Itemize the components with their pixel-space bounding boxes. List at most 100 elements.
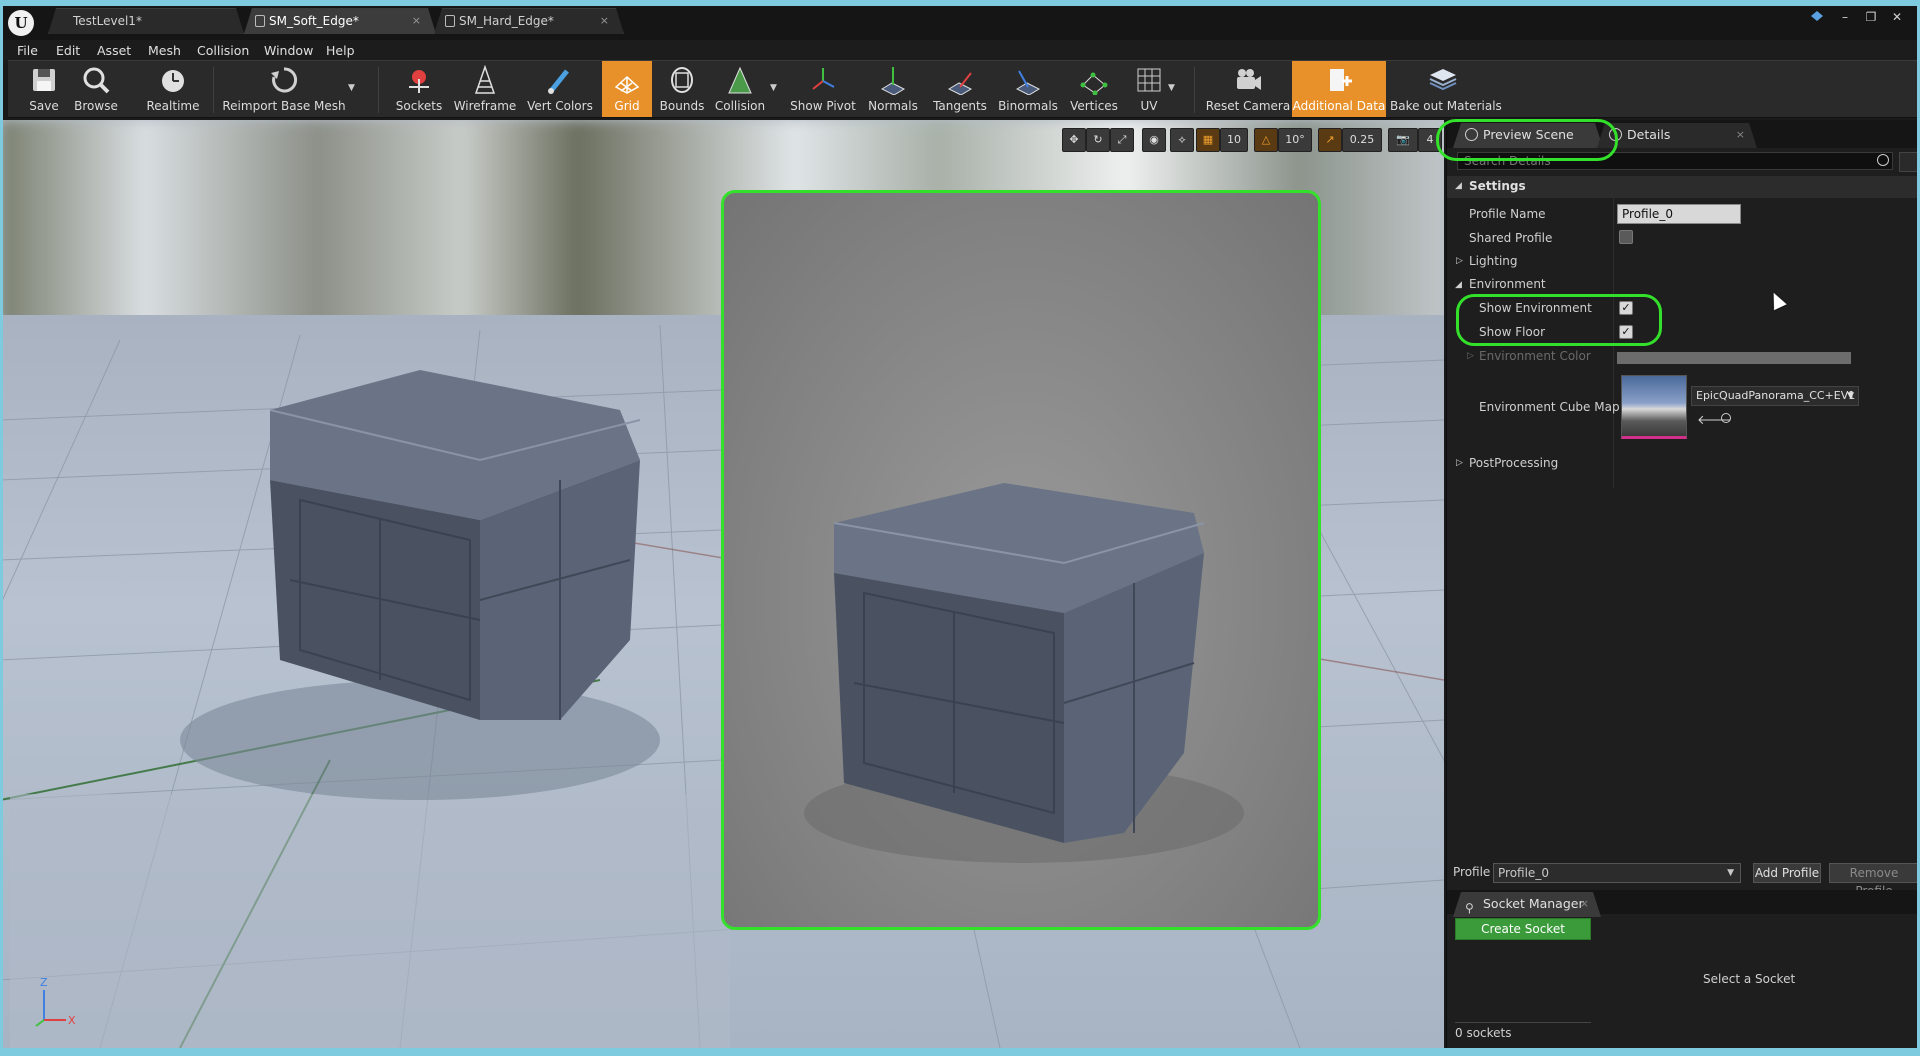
show-floor-checkbox[interactable]: ✓ (1619, 325, 1633, 339)
tab-socket-manager[interactable]: ⚲ Socket Manager × (1453, 892, 1601, 917)
rotation-snap-icon[interactable]: △ (1254, 128, 1278, 152)
close-window-button[interactable]: ✕ (1886, 8, 1908, 26)
menu-collision[interactable]: Collision (197, 43, 249, 58)
world-local-icon[interactable]: ◉ (1142, 128, 1166, 152)
tangents-button[interactable]: Tangents (926, 61, 994, 117)
collision-button[interactable]: Collision (710, 61, 770, 117)
camera-speed-value[interactable]: 4 (1418, 128, 1442, 152)
scale-snap-icon[interactable]: ↗ (1318, 128, 1342, 152)
show-pivot-button[interactable]: Show Pivot (786, 61, 860, 117)
wireframe-button[interactable]: Wireframe (452, 61, 518, 117)
chevron-down-icon[interactable]: ▼ (1168, 83, 1175, 93)
show-floor-label: Show Floor (1479, 325, 1546, 339)
save-icon (33, 69, 55, 91)
grid-snap-value[interactable]: 10 (1220, 128, 1248, 152)
translate-tool-icon[interactable]: ✥ (1062, 128, 1086, 152)
camera-speed-icon[interactable]: 📷 (1388, 128, 1418, 152)
bounds-button[interactable]: Bounds (654, 61, 710, 117)
chevron-down-icon[interactable]: ▼ (348, 83, 355, 93)
tab-sm-soft-edge[interactable]: SM_Soft_Edge* × (244, 8, 436, 34)
lighting-category-label[interactable]: Lighting (1469, 254, 1518, 268)
tab-sm-hard-edge[interactable]: SM_Hard_Edge* × (434, 8, 624, 34)
column-divider[interactable] (1613, 198, 1614, 488)
cube-map-asset-name: EpicQuadPanorama_CC+EV1 (1696, 389, 1856, 402)
tab-preview-scene-settings[interactable]: Preview Scene Sett (1453, 123, 1603, 148)
postprocessing-category-label[interactable]: PostProcessing (1469, 456, 1558, 470)
search-icon[interactable] (1877, 154, 1889, 166)
environment-category-label[interactable]: Environment (1469, 277, 1546, 291)
chevron-down-icon[interactable]: ▼ (770, 83, 777, 93)
remove-profile-button[interactable]: Remove Profile (1829, 863, 1919, 898)
surface-snap-icon[interactable]: ⟡ (1170, 128, 1194, 152)
close-icon[interactable]: × (600, 9, 609, 33)
grid-snap-icon[interactable]: ▦ (1196, 128, 1220, 152)
realtime-button[interactable]: Realtime (138, 61, 208, 117)
browse-button[interactable]: Browse (66, 61, 126, 117)
unreal-logo-icon[interactable]: U (8, 10, 34, 36)
menu-file[interactable]: File (17, 43, 38, 58)
mesh-viewport[interactable]: Z X ✥ ↻ ⤢ ◉ ⟡ ▦ 10 △ 10° ↗ 0.25 📷 4 (0, 120, 1444, 1048)
toolbar-label: Wireframe (453, 99, 517, 113)
close-icon[interactable]: × (1580, 892, 1589, 916)
shared-profile-checkbox[interactable] (1619, 230, 1633, 244)
reimport-base-mesh-button[interactable]: Reimport Base Mesh (220, 61, 348, 117)
normals-button[interactable]: Normals (862, 61, 924, 117)
rotate-tool-icon[interactable]: ↻ (1086, 128, 1110, 152)
collapsed-arrow-icon[interactable]: ▷ (1456, 458, 1463, 468)
binormals-button[interactable]: Binormals (994, 61, 1062, 117)
save-button[interactable]: Save (16, 61, 72, 117)
vertices-icon (1080, 72, 1108, 95)
expanded-arrow-icon: ◢ (1455, 181, 1462, 191)
create-socket-button[interactable]: Create Socket (1455, 918, 1591, 940)
settings-header-label: Settings (1469, 179, 1526, 193)
browse-icon (83, 67, 110, 94)
profile-name-label: Profile Name (1469, 207, 1546, 221)
uv-icon (1137, 68, 1161, 92)
collapsed-arrow-icon[interactable]: ▷ (1456, 256, 1463, 266)
profile-dropdown[interactable]: Profile_0 ▼ (1493, 863, 1741, 883)
rotation-snap-value[interactable]: 10° (1278, 128, 1312, 152)
close-icon[interactable]: × (1736, 123, 1745, 147)
expanded-arrow-icon[interactable]: ◢ (1455, 280, 1462, 290)
profile-dropdown-value: Profile_0 (1498, 866, 1549, 880)
reset-camera-button[interactable]: Reset Camera (1204, 61, 1292, 117)
source-control-icon[interactable] (1806, 8, 1828, 26)
browse-asset-search-icon[interactable] (1721, 413, 1731, 423)
toolbar-label: Realtime (146, 99, 200, 113)
scale-snap-value[interactable]: 0.25 (1342, 128, 1382, 152)
scale-tool-icon[interactable]: ⤢ (1110, 128, 1134, 152)
profile-label: Profile (1453, 865, 1491, 879)
tab-label: SM_Hard_Edge* (459, 14, 554, 28)
show-environment-checkbox[interactable]: ✓ (1619, 301, 1633, 315)
menu-mesh[interactable]: Mesh (148, 43, 181, 58)
vertices-button[interactable]: Vertices (1064, 61, 1124, 117)
sockets-button[interactable]: Sockets (386, 61, 452, 117)
additional-data-button[interactable]: Additional Data (1292, 61, 1386, 117)
tab-testlevel1[interactable]: TestLevel1* (48, 8, 244, 34)
grid-button[interactable]: Grid (602, 61, 652, 117)
cube-map-thumbnail[interactable] (1621, 375, 1687, 439)
settings-category-header[interactable]: ◢ Settings (1447, 176, 1920, 198)
tab-details[interactable]: Details × (1597, 123, 1757, 148)
add-profile-button[interactable]: Add Profile (1753, 863, 1821, 883)
menu-asset[interactable]: Asset (97, 43, 131, 58)
shared-profile-label: Shared Profile (1469, 231, 1553, 245)
environment-color-label: Environment Color (1479, 349, 1591, 363)
vert-colors-button[interactable]: Vert Colors (522, 61, 598, 117)
menu-edit[interactable]: Edit (56, 43, 80, 58)
restore-button[interactable]: ❐ (1860, 8, 1882, 26)
uv-button[interactable]: UV (1124, 61, 1174, 117)
tab-label: Details (1627, 127, 1671, 142)
profile-name-field[interactable]: Profile_0 (1617, 204, 1741, 224)
menu-window[interactable]: Window (264, 43, 313, 58)
cube-map-asset-picker[interactable]: EpicQuadPanorama_CC+EV1 ▼ (1691, 386, 1859, 406)
tab-label: Socket Manager (1483, 896, 1584, 911)
view-options-icon[interactable] (1899, 152, 1919, 172)
normals-icon (880, 67, 906, 95)
toolbar-label: Sockets (395, 99, 443, 113)
menu-help[interactable]: Help (326, 43, 355, 58)
minimize-button[interactable]: – (1834, 8, 1856, 26)
bake-out-materials-button[interactable]: Bake out Materials (1390, 61, 1502, 117)
close-icon[interactable]: × (412, 9, 421, 33)
search-details-input[interactable] (1457, 152, 1893, 170)
